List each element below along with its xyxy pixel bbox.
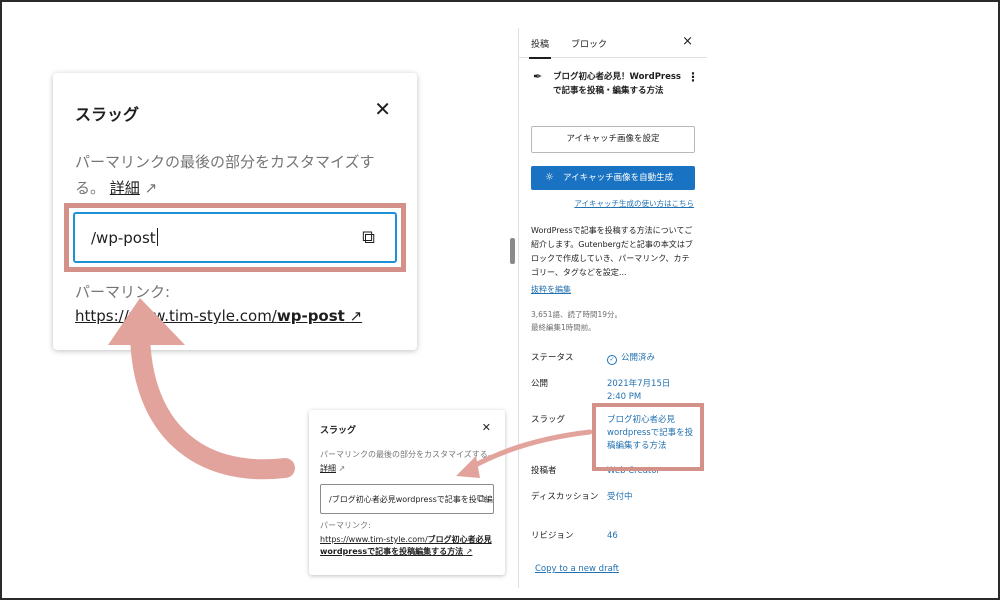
details-link[interactable]: 詳細 xyxy=(110,179,140,197)
permalink-link[interactable]: https://www.tim-style.com/ブログ初心者必見wordpr… xyxy=(320,534,498,558)
slug-input-value: /wp-post xyxy=(91,228,158,247)
discussion-value[interactable]: 受付中 xyxy=(607,491,697,504)
status-value[interactable]: ✓ 公開済み xyxy=(607,352,697,365)
arrow-popup-to-large xyxy=(130,320,295,480)
copy-draft-link[interactable]: Copy to a new draft xyxy=(535,564,619,574)
settings-sidebar: 投稿 ブロック × ✒ ブログ初心者必見！WordPressで記事を投稿・編集す… xyxy=(518,28,707,588)
post-stats: 3,651語、読了時間19分。 最終編集1時間前。 xyxy=(531,308,622,334)
copy-icon[interactable]: ⧉ xyxy=(362,227,375,248)
auto-featured-image-button[interactable]: ☼ アイキャッチ画像を自動生成 xyxy=(531,166,695,190)
external-link-icon: ↗ xyxy=(338,464,346,473)
tab-post[interactable]: 投稿 xyxy=(528,37,552,59)
publish-label: 公開 xyxy=(531,379,549,389)
permalink-label: パーマリンク: xyxy=(320,521,371,530)
external-link-icon: ↗ xyxy=(349,307,363,325)
more-options-icon[interactable]: ⋮ xyxy=(687,70,699,84)
slug-input[interactable]: /wp-post ⧉ xyxy=(73,212,397,263)
permalink-label: パーマリンク: xyxy=(75,283,171,301)
auto-featured-label: アイキャッチ画像を自動生成 xyxy=(563,173,674,183)
input-highlight-box: /wp-post ⧉ xyxy=(64,203,406,272)
sparkle-icon: ☼ xyxy=(545,172,554,183)
edit-excerpt-link[interactable]: 抜粋を編集 xyxy=(531,284,571,295)
popup-title: スラッグ xyxy=(75,105,140,124)
slug-popup-large: スラッグ ✕ パーマリンクの最後の部分をカスタマイズする。 詳細 ↗ /wp-p… xyxy=(53,73,417,350)
revision-value[interactable]: 46 xyxy=(607,530,697,543)
revision-label: リビジョン xyxy=(531,531,574,541)
tab-block[interactable]: ブロック xyxy=(571,37,607,50)
feather-icon: ✒ xyxy=(533,70,543,83)
slug-value[interactable]: ブログ初心者必見wordpressで記事を投稿編集する方法 xyxy=(607,414,697,453)
set-featured-image-button[interactable]: アイキャッチ画像を設定 xyxy=(531,126,695,153)
excerpt-text: WordPressで記事を投稿する方法についてご紹介します。Gutenbergだ… xyxy=(531,226,693,277)
slug-label: スラッグ xyxy=(531,415,566,425)
sidebar-scrollbar[interactable] xyxy=(510,238,515,264)
slug-input-value: /ブログ初心者必見wordpressで記事を投稿編集する方法 xyxy=(329,495,493,504)
slug-popup-small: スラッグ ✕ パーマリンクの最後の部分をカスタマイズする。 詳細 ↗ /ブログ初… xyxy=(309,410,505,575)
external-link-icon: ↗ xyxy=(465,547,473,556)
status-label: ステータス xyxy=(531,353,574,363)
close-icon[interactable]: × xyxy=(682,34,693,49)
sidebar-tabs: 投稿 ブロック × xyxy=(519,28,707,59)
check-circle-icon: ✓ xyxy=(607,355,617,365)
discussion-label: ディスカッション xyxy=(531,492,599,502)
featured-help-link[interactable]: アイキャッチ生成の使い方はこちら xyxy=(574,198,694,209)
popup-title: スラッグ xyxy=(320,426,357,436)
close-icon[interactable]: ✕ xyxy=(374,97,391,121)
popup-description: パーマリンクの最後の部分をカスタマイズする。 詳細 ↗ xyxy=(320,450,496,473)
slug-input[interactable]: /ブログ初心者必見wordpressで記事を投稿編集する方法 ⧉ xyxy=(320,484,494,514)
close-icon[interactable]: ✕ xyxy=(482,421,491,434)
popup-description: パーマリンクの最後の部分をカスタマイズする。 詳細 ↗ xyxy=(75,153,375,197)
permalink-link[interactable]: https://www.tim-style.com/wp-post ↗ xyxy=(75,307,362,325)
details-link[interactable]: 詳細 xyxy=(320,464,336,473)
publish-date[interactable]: 2021年7月15日 2:40 PM xyxy=(607,378,697,404)
word-count: 3,651語、読了時間19分。 xyxy=(531,310,623,319)
post-title: ブログ初心者必見！WordPressで記事を投稿・編集する方法 xyxy=(553,72,681,96)
author-label: 投稿者 xyxy=(531,466,557,476)
copy-icon[interactable]: ⧉ xyxy=(477,492,485,506)
last-edited: 最終編集1時間前。 xyxy=(531,323,596,332)
author-value[interactable]: Web Creator xyxy=(607,465,697,478)
external-link-icon: ↗ xyxy=(144,179,158,197)
